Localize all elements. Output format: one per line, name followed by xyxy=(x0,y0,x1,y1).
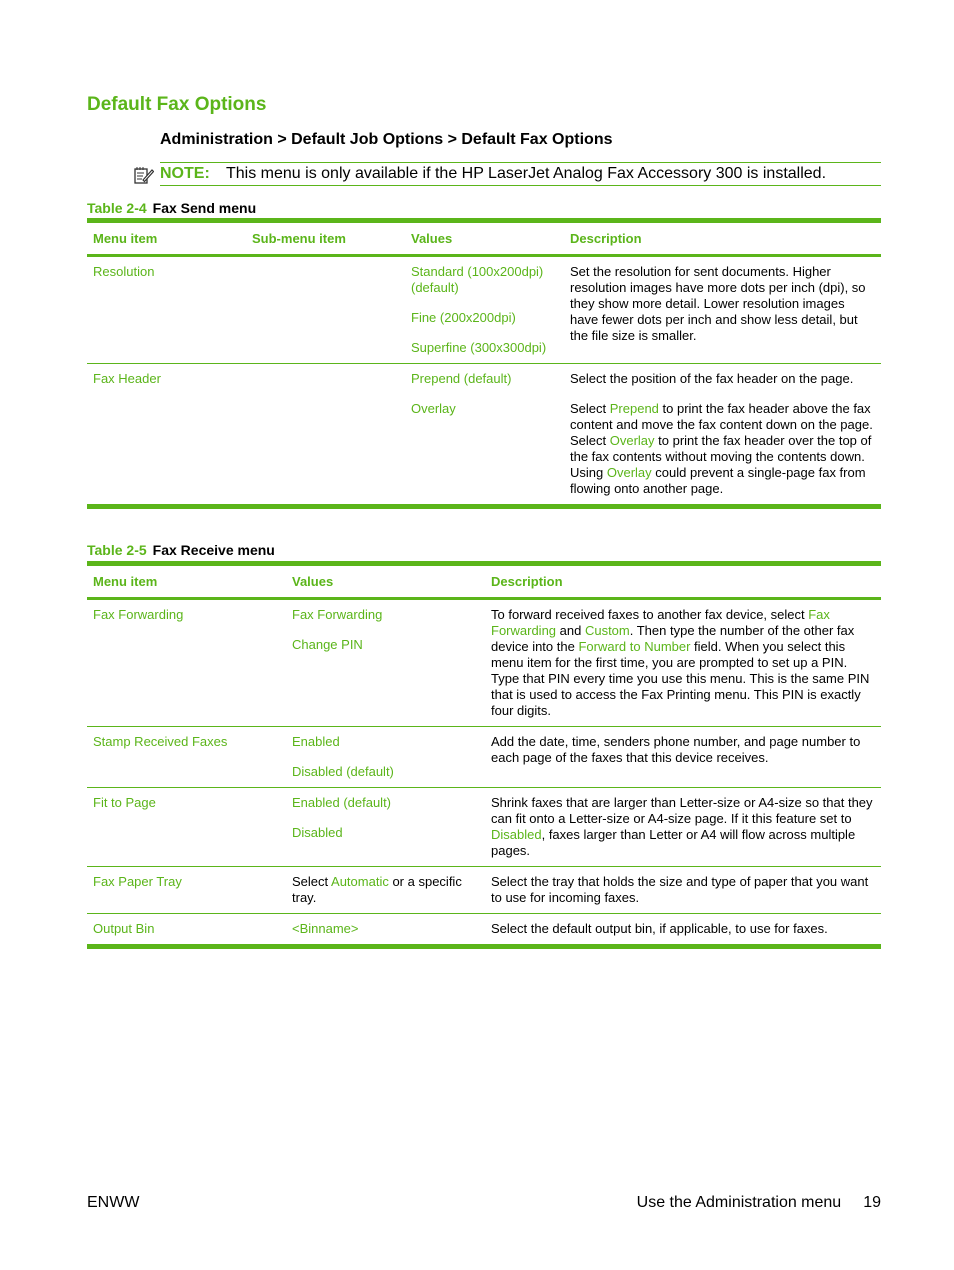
description-text: Set the resolution for sent documents. H… xyxy=(570,264,866,343)
table1-caption: Table 2-4 Fax Send menu xyxy=(87,200,256,216)
column-header: Menu item xyxy=(87,561,286,600)
values-cell: Enabled Disabled (default) xyxy=(286,726,485,788)
highlighted-term: Overlay xyxy=(609,433,655,448)
table2-caption-title: Fax Receive menu xyxy=(152,542,275,558)
footer-section-title: Use the Administration menu xyxy=(636,1194,842,1211)
column-header: Values xyxy=(286,561,485,600)
value-option: Standard (100x200dpi) (default) xyxy=(411,264,544,295)
column-header: Menu item xyxy=(87,218,246,257)
menu-item-cell: Output Bin xyxy=(87,913,286,949)
table-row: Output Bin <Binname> Select the default … xyxy=(87,913,881,949)
menu-item-cell: Stamp Received Faxes xyxy=(87,726,286,788)
sub-menu-item-cell xyxy=(246,363,405,509)
page-number: 19 xyxy=(863,1194,881,1211)
description-cell: To forward received faxes to another fax… xyxy=(485,598,881,727)
values-cell: <Binname> xyxy=(286,913,485,949)
footer-right: Use the Administration menu 19 xyxy=(637,1194,881,1212)
description-text: Select Prepend to print the fax header a… xyxy=(570,401,875,497)
table2-caption: Table 2-5 Fax Receive menu xyxy=(87,542,275,558)
table-row: Resolution Standard (100x200dpi) (defaul… xyxy=(87,255,881,364)
text-run: Select xyxy=(570,401,610,416)
value-option: Enabled xyxy=(292,734,340,749)
value-option: Prepend (default) xyxy=(411,371,512,386)
value-option: Fine (200x200dpi) xyxy=(411,310,516,325)
value-option: Disabled xyxy=(292,825,343,840)
page-title: Default Fax Options xyxy=(87,94,267,115)
table-row: Fax Forwarding Fax Forwarding Change PIN… xyxy=(87,598,881,727)
highlighted-term: Disabled xyxy=(491,827,542,842)
note-label: NOTE: xyxy=(160,165,210,182)
text-run: and xyxy=(556,623,585,638)
table-row: Fax Paper Tray Select Automatic or a spe… xyxy=(87,866,881,914)
breadcrumb: Administration > Default Job Options > D… xyxy=(160,131,613,148)
column-header: Sub-menu item xyxy=(246,218,405,257)
description-cell: Shrink faxes that are larger than Letter… xyxy=(485,787,881,867)
values-cell: Fax Forwarding Change PIN xyxy=(286,598,485,727)
table2-caption-number: Table 2-5 xyxy=(87,542,147,558)
table-row: Fit to Page Enabled (default) Disabled S… xyxy=(87,787,881,867)
value-option: Change PIN xyxy=(292,637,363,652)
note-top-rule xyxy=(160,162,881,163)
text-run: Shrink faxes that are larger than Letter… xyxy=(491,795,873,826)
table-row: Fax Header Prepend (default) Overlay Sel… xyxy=(87,363,881,509)
table1-caption-number: Table 2-4 xyxy=(87,200,147,216)
highlighted-term: Prepend xyxy=(609,401,659,416)
column-header: Description xyxy=(485,561,881,600)
description-cell: Set the resolution for sent documents. H… xyxy=(564,255,881,364)
text-run: To forward received faxes to another fax… xyxy=(491,607,809,622)
highlighted-term: Custom xyxy=(584,623,630,638)
text-run: Select xyxy=(292,874,332,889)
menu-item-cell: Fax Paper Tray xyxy=(87,866,286,914)
sub-menu-item-cell xyxy=(246,255,405,364)
value-option: Enabled (default) xyxy=(292,795,392,810)
value-option: Disabled (default) xyxy=(292,764,394,779)
description-cell: Add the date, time, senders phone number… xyxy=(485,726,881,788)
highlighted-term: Overlay xyxy=(606,465,652,480)
column-header: Description xyxy=(564,218,881,257)
value-option: Overlay xyxy=(411,401,456,416)
menu-item-cell: Fax Forwarding xyxy=(87,598,286,727)
table-row: Stamp Received Faxes Enabled Disabled (d… xyxy=(87,726,881,788)
highlighted-term: Forward to Number xyxy=(578,639,691,654)
menu-item-cell: Fit to Page xyxy=(87,787,286,867)
description-cell: Select the default output bin, if applic… xyxy=(485,913,881,949)
note-text: This menu is only available if the HP La… xyxy=(226,165,827,182)
values-cell: Prepend (default) Overlay xyxy=(405,363,564,509)
text-run: , faxes larger than Letter or A4 will fl… xyxy=(491,827,856,858)
description-cell: Select the position of the fax header on… xyxy=(564,363,881,509)
footer-locale: ENWW xyxy=(87,1194,140,1211)
values-cell: Enabled (default) Disabled xyxy=(286,787,485,867)
values-cell: Standard (100x200dpi) (default) Fine (20… xyxy=(405,255,564,364)
fax-send-menu-table: Menu item Sub-menu item Values Descripti… xyxy=(87,218,881,509)
note-icon xyxy=(134,166,155,184)
description-text: Select the position of the fax header on… xyxy=(570,371,854,386)
table-header-row: Menu item Sub-menu item Values Descripti… xyxy=(87,218,881,257)
highlighted-term: Automatic xyxy=(331,874,389,889)
menu-item-cell: Resolution xyxy=(87,255,246,364)
table-header-row: Menu item Values Description xyxy=(87,561,881,600)
values-cell: Select Automatic or a specific tray. xyxy=(286,866,485,914)
note-box: NOTE: This menu is only available if the… xyxy=(134,162,881,186)
value-option: Superfine (300x300dpi) xyxy=(411,340,547,355)
column-header: Values xyxy=(405,218,564,257)
table1-caption-title: Fax Send menu xyxy=(152,200,257,216)
menu-item-cell: Fax Header xyxy=(87,363,246,509)
note-bottom-rule xyxy=(160,185,881,186)
description-cell: Select the tray that holds the size and … xyxy=(485,866,881,914)
value-option: Fax Forwarding xyxy=(292,607,383,622)
fax-receive-menu-table: Menu item Values Description Fax Forward… xyxy=(87,561,881,949)
